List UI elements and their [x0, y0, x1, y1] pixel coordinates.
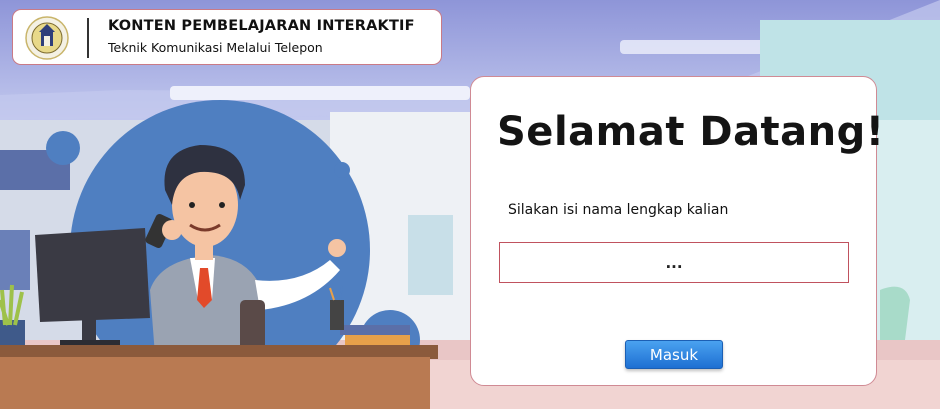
welcome-heading: Selamat Datang! [497, 109, 885, 155]
page-subtitle: Teknik Komunikasi Melalui Telepon [108, 40, 323, 55]
name-prompt-label: Silakan isi nama lengkap kalian [508, 202, 729, 218]
full-name-input[interactable] [499, 242, 849, 283]
header-card: KONTEN PEMBELAJARAN INTERAKTIF Teknik Ko… [12, 9, 442, 65]
university-logo-icon [25, 16, 69, 60]
login-card: Selamat Datang! Silakan isi nama lengkap… [470, 76, 884, 386]
login-button[interactable]: Masuk [625, 340, 723, 369]
header-divider [87, 18, 89, 58]
page-title: KONTEN PEMBELAJARAN INTERAKTIF [108, 18, 415, 34]
